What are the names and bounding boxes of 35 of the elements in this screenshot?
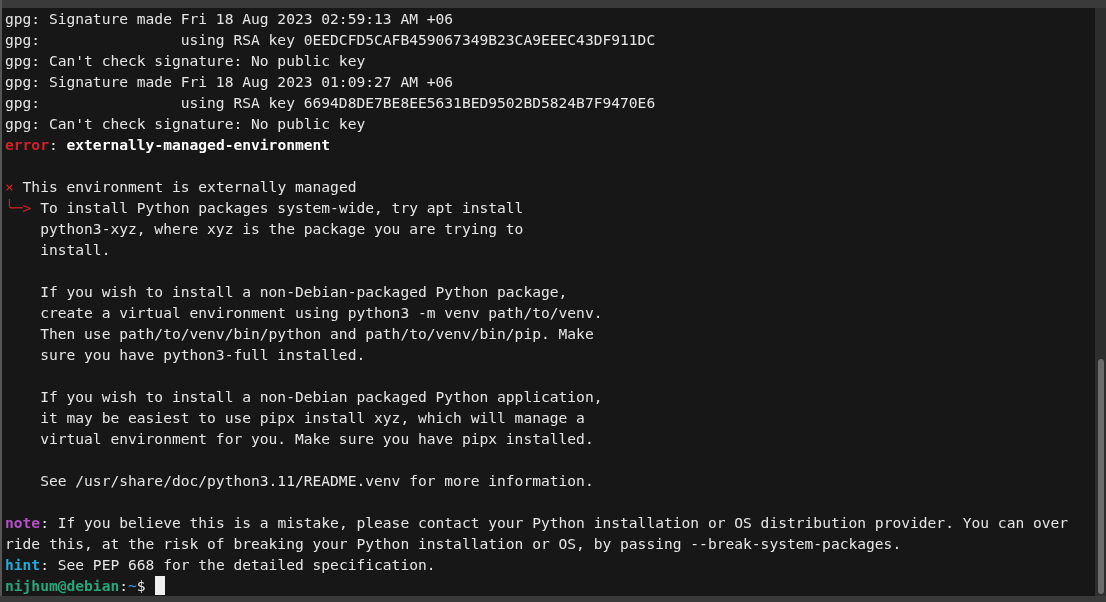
scrollbar[interactable] — [1095, 8, 1106, 596]
note-label: note — [5, 513, 41, 533]
terminal-text: ride this, at the risk of breaking your Python installation or OS, by passing --break-system-packages. — [5, 534, 902, 554]
terminal-text: gpg: Can't check signature: No public key — [5, 114, 366, 134]
error-name: externally-managed-environment — [66, 135, 331, 155]
terminal-text: See /usr/share/doc/python3.11/README.venv for more information. — [39, 471, 594, 491]
text-cursor — [155, 576, 166, 595]
error-marker: × — [5, 177, 14, 197]
terminal-text: gpg: using RSA key 0EEDCFD5CAFB459067349B23CA9EEEC43DF911DC — [5, 30, 656, 50]
terminal-text: gpg: using RSA key 6694D8DE7BE8EE5631BED9502BD5824B7F9470E6 — [5, 93, 656, 113]
terminal-text: create a virtual environment using python3 -m venv path/to/venv. — [39, 303, 603, 323]
terminal-text: This environment is externally managed — [21, 177, 357, 197]
terminal-text: install. — [39, 240, 111, 260]
error-marker: ╰─> — [5, 198, 32, 218]
terminal-text: $ — [136, 576, 147, 596]
terminal-text: python3-xyz, where xyz is the package you are trying to — [39, 219, 524, 239]
terminal-text: : — [119, 576, 129, 596]
terminal-text: gpg: Signature made Fri 18 Aug 2023 02:59:13 AM +06 — [5, 9, 454, 29]
terminal-text: : See PEP 668 for the detailed specification. — [40, 555, 436, 575]
scrollbar-thumb[interactable] — [1098, 359, 1104, 594]
terminal-text: If you wish to install a non-Debian packaged Python application, — [39, 387, 603, 407]
terminal-text: If you wish to install a non-Debian-packaged Python package, — [39, 282, 568, 302]
terminal-text: : If you believe this is a mistake, please contact your Python installation or OS distribution provider. You can over — [40, 513, 1069, 533]
prompt-path: ~ — [128, 576, 137, 596]
terminal-text: virtual environment for you. Make sure you have pipx installed. — [39, 429, 594, 449]
terminal-text: To install Python packages system-wide, try apt install — [39, 198, 524, 218]
hint-label: hint — [5, 555, 41, 575]
terminal-text: gpg: Can't check signature: No public key — [5, 51, 366, 71]
terminal-text: it may be easiest to use pipx install xyz, which will manage a — [39, 408, 585, 428]
prompt-user-host: nijhum@debian — [5, 576, 120, 596]
terminal-text: sure you have python3-full installed. — [39, 345, 366, 365]
error-label: error — [5, 135, 49, 155]
terminal-text: Then use path/to/venv/bin/python and path/to/venv/bin/pip. Make — [39, 324, 594, 344]
terminal-text: gpg: Signature made Fri 18 Aug 2023 01:09:27 AM +06 — [5, 72, 454, 92]
terminal-text: : — [48, 135, 59, 155]
